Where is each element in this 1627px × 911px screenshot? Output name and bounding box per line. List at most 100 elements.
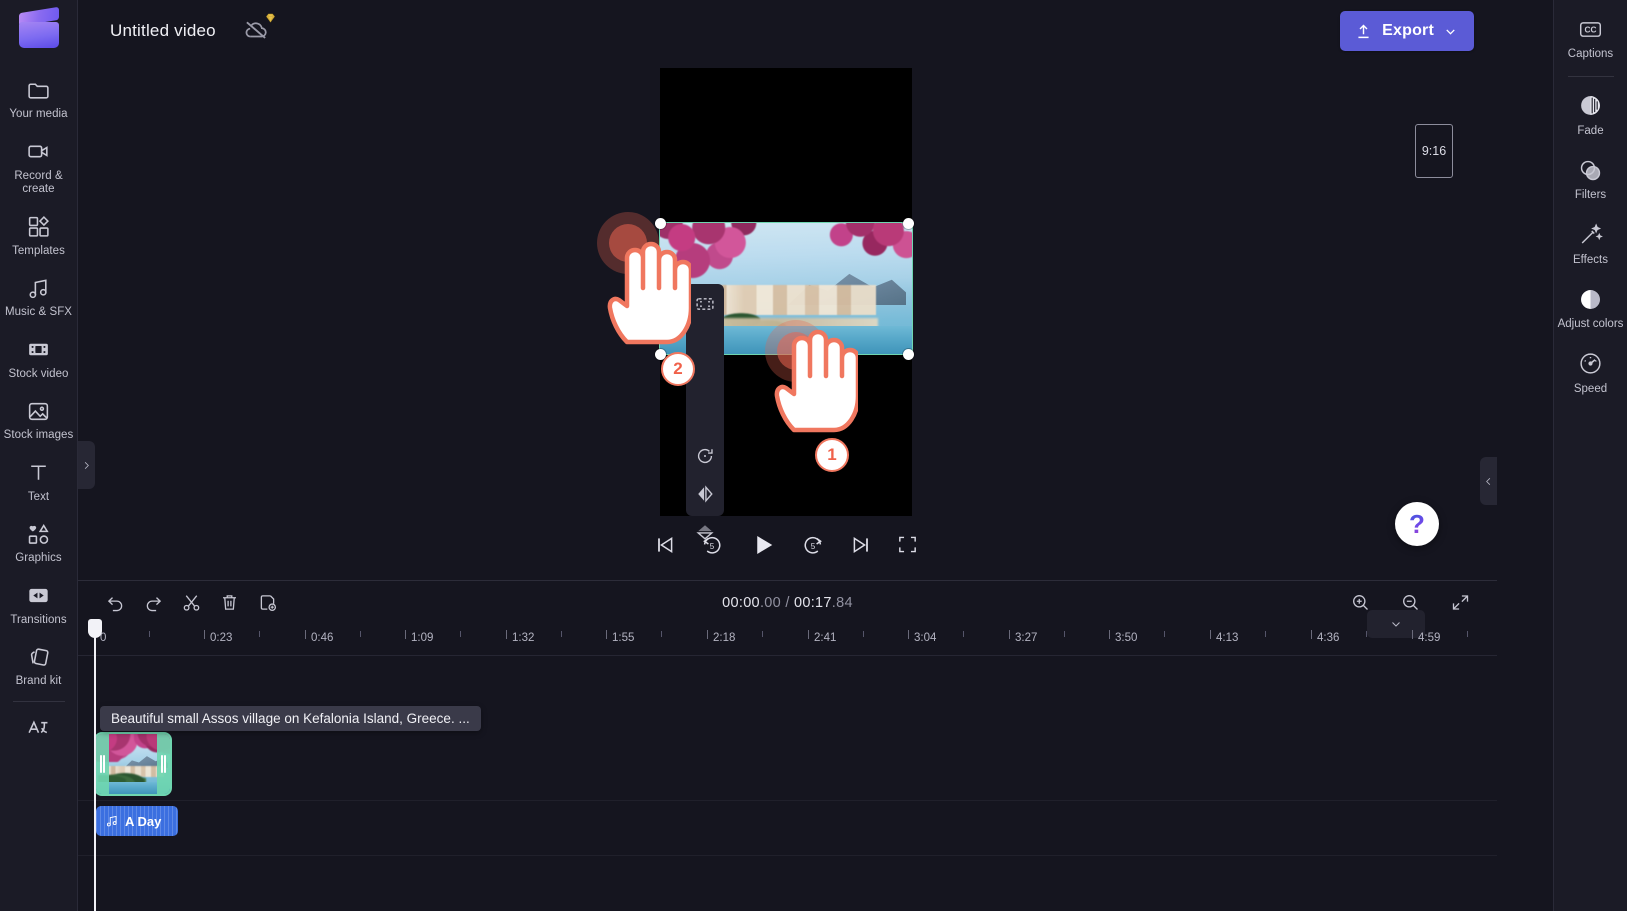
photo-blossom-left <box>660 223 787 295</box>
sidebar-item-stock-video[interactable]: Stock video <box>0 328 77 390</box>
cloud-sync-status[interactable] <box>242 13 276 46</box>
sidebar-item-stock-images[interactable]: Stock images <box>0 389 77 451</box>
selection-handle-top-left[interactable] <box>655 218 666 229</box>
zoom-out-button[interactable] <box>1391 586 1429 620</box>
ruler-label: 4:13 <box>1216 632 1239 644</box>
right-panel-collapse[interactable] <box>1480 457 1497 505</box>
right-item-adjust-colors[interactable]: Adjust colors <box>1554 276 1627 341</box>
step-badge-1: 1 <box>815 438 849 472</box>
ruler-tick <box>1009 630 1010 639</box>
sidebar-item-brand-kit[interactable]: Brand kit <box>0 635 77 697</box>
chevron-left-icon <box>1486 477 1491 485</box>
left-panel-expander[interactable] <box>78 441 95 489</box>
zoom-out-icon <box>1402 595 1418 610</box>
project-title[interactable]: Untitled video <box>110 21 216 41</box>
sidebar-item-label: Record & create <box>14 169 63 196</box>
right-item-filters[interactable]: Filters <box>1554 147 1627 212</box>
sidebar-item-label: Your media <box>9 108 68 120</box>
clip-name-tooltip: Beautiful small Assos village on Kefalon… <box>100 706 481 731</box>
sidebar-item-translate[interactable] <box>0 706 77 749</box>
forward-5s-button[interactable]: 5 <box>801 533 825 562</box>
skip-to-start-button[interactable] <box>653 533 677 562</box>
sidebar-item-text[interactable]: Text <box>0 451 77 513</box>
skip-back-icon <box>658 536 673 553</box>
svg-text:CC: CC <box>1584 24 1596 34</box>
flip-vertical-icon[interactable] <box>692 521 718 543</box>
sidebar-item-music-sfx[interactable]: Music & SFX <box>0 266 77 328</box>
right-item-effects[interactable]: Effects <box>1554 212 1627 277</box>
help-button[interactable]: ? <box>1395 502 1439 546</box>
play-icon <box>757 535 773 554</box>
trim-grip-icon <box>100 755 105 773</box>
forward-5-icon: 5 <box>804 536 823 554</box>
duplicate-button[interactable] <box>248 586 286 620</box>
right-item-label: Captions <box>1567 48 1614 60</box>
ruler-label: 1:32 <box>512 632 535 644</box>
timeline-ruler[interactable]: 0 0:23 0:46 1:09 1:32 1:55 2:18 2:41 3:0… <box>78 624 1497 656</box>
skip-to-end-button[interactable] <box>849 533 873 562</box>
click-pulse-outer-2 <box>597 212 659 274</box>
ruler-tick-minor <box>561 631 562 637</box>
ruler-tick <box>1210 630 1211 639</box>
sidebar-divider <box>12 700 65 702</box>
delete-button[interactable] <box>210 586 248 620</box>
current-time: 00:00 <box>722 594 760 611</box>
fill-icon[interactable] <box>692 293 718 315</box>
sidebar-item-record-create[interactable]: Record & create <box>0 130 77 205</box>
right-item-fade[interactable]: Fade <box>1554 83 1627 148</box>
ruler-tick-minor <box>863 631 864 637</box>
timeline-toolbar: 00:00.00 / 00:17.84 <box>78 581 1497 624</box>
timeline-video-clip[interactable] <box>94 732 172 796</box>
fullscreen-button[interactable] <box>896 533 919 561</box>
film-strip-icon <box>26 337 52 363</box>
playhead-knob[interactable] <box>88 619 102 638</box>
sidebar-item-graphics[interactable]: Graphics <box>0 512 77 574</box>
undo-icon <box>107 597 122 612</box>
redo-button[interactable] <box>134 586 172 620</box>
click-pulse-inner-2 <box>609 224 647 262</box>
top-bar: Untitled video Export <box>78 0 1497 62</box>
brand-kit-icon <box>26 644 52 670</box>
right-item-label: Fade <box>1577 124 1604 137</box>
timeline-playhead[interactable] <box>88 619 102 911</box>
timeline-zoom-controls <box>1341 586 1479 620</box>
track-row-audio[interactable] <box>78 801 1497 856</box>
sidebar-item-transitions[interactable]: Transitions <box>0 574 77 636</box>
transitions-icon <box>26 583 52 609</box>
selection-handle-top-right[interactable] <box>903 218 914 229</box>
export-button[interactable]: Export <box>1340 11 1474 51</box>
ruler-tick-minor <box>963 631 964 637</box>
upload-icon <box>1358 23 1369 38</box>
flip-horizontal-icon[interactable] <box>692 483 718 505</box>
split-button[interactable] <box>172 586 210 620</box>
ruler-tick <box>405 630 406 639</box>
play-button[interactable] <box>748 530 778 565</box>
fit-to-screen-button[interactable] <box>1441 586 1479 620</box>
trim-grip-icon <box>161 755 166 773</box>
right-item-speed[interactable]: Speed <box>1554 341 1627 406</box>
selection-handle-bottom-right[interactable] <box>903 349 914 360</box>
effects-wand-icon <box>1578 222 1604 248</box>
sidebar-item-your-media[interactable]: Your media <box>0 68 77 130</box>
sidebar-item-templates[interactable]: Templates <box>0 205 77 267</box>
clip-trim-handle-right[interactable] <box>157 734 170 794</box>
ruler-tick-minor <box>149 631 150 637</box>
ruler-tick <box>204 630 205 639</box>
music-note-icon <box>106 815 117 827</box>
undo-button[interactable] <box>96 586 134 620</box>
zoom-in-button[interactable] <box>1341 586 1379 620</box>
filters-icon <box>1578 157 1604 183</box>
logo-body <box>18 22 59 48</box>
clip-trim-handle-left[interactable] <box>96 734 109 794</box>
zoom-in-icon <box>1352 595 1368 610</box>
clipchamp-logo[interactable] <box>17 6 61 50</box>
photo-blossom-right <box>810 223 912 281</box>
templates-icon <box>26 214 52 240</box>
aspect-ratio-badge[interactable]: 9:16 <box>1415 124 1453 178</box>
ruler-label: 3:27 <box>1015 632 1038 644</box>
closed-captions-icon: CC <box>1578 16 1604 42</box>
ruler-label: 0:46 <box>311 632 334 644</box>
rotate-icon[interactable] <box>692 445 718 467</box>
timeline-audio-clip[interactable]: A Day <box>96 806 178 836</box>
right-item-captions[interactable]: CC Captions <box>1554 6 1627 71</box>
